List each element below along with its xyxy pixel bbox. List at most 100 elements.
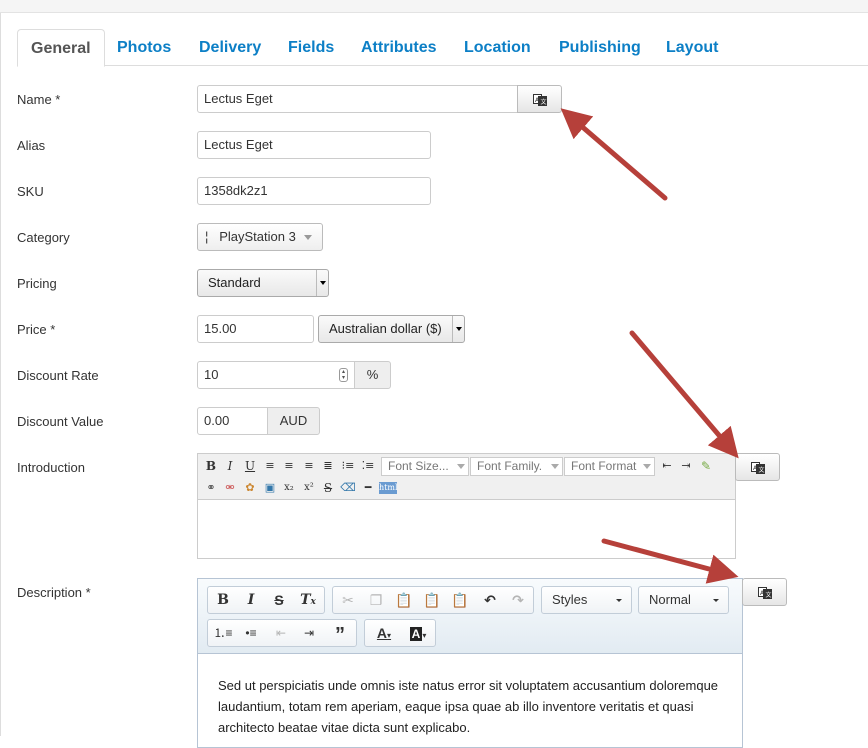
description-editor-content[interactable]: Sed ut perspiciatis unde omnis iste natu…: [218, 675, 723, 738]
price-input[interactable]: 15.00: [197, 315, 314, 343]
align-center-icon[interactable]: ≡: [280, 457, 298, 475]
discount-rate-unit: %: [354, 361, 391, 389]
translate-icon: A 文: [750, 461, 765, 474]
category-select-value: ¦ PlayStation 3: [205, 229, 296, 244]
tab-photos[interactable]: Photos: [117, 29, 171, 66]
bullet-list-icon[interactable]: ⁚≡: [359, 457, 377, 475]
font-family-dropdown[interactable]: Font Family.: [470, 457, 563, 476]
pricing-select[interactable]: Standard: [197, 269, 329, 297]
tab-general[interactable]: General: [17, 29, 105, 67]
arrow-to-name-translate: [560, 108, 668, 201]
alias-input[interactable]: Lectus Eget: [197, 131, 431, 159]
tab-attributes[interactable]: Attributes: [361, 29, 437, 66]
numbered-list-icon[interactable]: ⒈≡: [209, 620, 237, 646]
edit-icon[interactable]: ✎: [697, 457, 715, 475]
bold-icon[interactable]: B: [209, 587, 237, 613]
text-color-icon[interactable]: A▾: [367, 620, 401, 646]
anchor-icon[interactable]: ✿: [241, 479, 259, 497]
blockquote-icon[interactable]: ”: [326, 620, 354, 646]
font-size-dropdown[interactable]: Font Size...: [381, 457, 469, 476]
clean-format-icon[interactable]: ⌫: [339, 479, 357, 497]
introduction-editor: B I U ≡ ≡ ≡ ≣ ⁝≡ ⁚≡ Font Size... Font Fa…: [197, 453, 736, 559]
tab-publishing[interactable]: Publishing: [559, 29, 641, 66]
alias-label: Alias: [17, 138, 46, 153]
italic-icon[interactable]: I: [237, 587, 265, 613]
tab-bar: General Photos Delivery Fields Attribute…: [17, 29, 868, 67]
category-select[interactable]: ¦ PlayStation 3: [197, 223, 323, 251]
redo-icon[interactable]: ↷: [504, 587, 532, 613]
font-format-dropdown-label: Font Format: [571, 459, 637, 473]
basic-styles-group: B I S Tx: [207, 586, 325, 614]
pricing-label: Pricing: [17, 276, 57, 291]
underline-icon[interactable]: U: [241, 457, 259, 475]
translate-introduction-button[interactable]: A 文: [735, 453, 780, 481]
svg-text:文: 文: [540, 98, 546, 106]
strikethrough-icon[interactable]: S: [265, 587, 293, 613]
svg-text:文: 文: [765, 591, 771, 599]
discount-rate-input[interactable]: 10 ▴ ▾: [197, 361, 355, 389]
paste-icon[interactable]: 📋: [390, 587, 418, 613]
price-label: Price *: [17, 322, 56, 337]
paste-text-icon[interactable]: 📋: [418, 587, 446, 613]
sku-label: SKU: [17, 184, 44, 199]
name-label: Name *: [17, 92, 61, 107]
discount-value-input[interactable]: 0.00: [197, 407, 268, 435]
italic-icon[interactable]: I: [221, 457, 239, 475]
remove-format-icon[interactable]: Tx: [294, 587, 322, 613]
align-left-icon[interactable]: ≡: [261, 457, 279, 475]
pricing-select-value: Standard: [208, 275, 261, 290]
top-bar: [0, 0, 868, 13]
superscript-icon[interactable]: x²: [300, 479, 318, 497]
numbered-list-icon[interactable]: ⁝≡: [339, 457, 357, 475]
chevron-down-icon: [616, 599, 622, 602]
dropdown-arrow-icon: [316, 270, 328, 296]
background-color-icon[interactable]: A ▾: [401, 620, 435, 646]
styles-dropdown-label: Styles: [552, 592, 588, 607]
align-right-icon[interactable]: ≡: [300, 457, 318, 475]
number-spinner-icon[interactable]: ▴ ▾: [339, 368, 348, 382]
sku-input[interactable]: 1358dk2z1: [197, 177, 431, 205]
subscript-icon[interactable]: x₂: [280, 479, 298, 497]
link-icon[interactable]: ⚭: [202, 479, 220, 497]
format-dropdown-label: Normal: [649, 592, 691, 607]
outdent-icon[interactable]: ⇤: [658, 457, 676, 475]
svg-text:文: 文: [758, 466, 764, 474]
introduction-editor-toolbar: B I U ≡ ≡ ≡ ≣ ⁝≡ ⁚≡ Font Size... Font Fa…: [198, 454, 735, 500]
currency-select[interactable]: Australian dollar ($): [318, 315, 465, 343]
font-format-dropdown[interactable]: Font Format: [564, 457, 655, 476]
category-label: Category: [17, 230, 70, 245]
description-label: Description *: [17, 585, 91, 600]
paste-word-icon[interactable]: 📋: [446, 587, 474, 613]
tab-location[interactable]: Location: [464, 29, 531, 66]
undo-icon[interactable]: ↶: [476, 587, 504, 613]
name-input[interactable]: Lectus Eget: [197, 85, 518, 113]
copy-icon[interactable]: ❐: [362, 587, 390, 613]
tab-fields[interactable]: Fields: [288, 29, 334, 66]
discount-rate-label: Discount Rate: [17, 368, 99, 383]
chevron-down-icon: [713, 599, 719, 602]
outdent-icon[interactable]: ⇤: [267, 620, 295, 646]
left-border: [0, 13, 1, 736]
bullet-list-icon[interactable]: •≡: [237, 620, 265, 646]
align-justify-icon[interactable]: ≣: [319, 457, 337, 475]
strikethrough-icon[interactable]: S: [319, 479, 337, 497]
unlink-icon[interactable]: ⚮: [221, 479, 239, 497]
chevron-down-icon: [304, 235, 312, 240]
html-source-icon[interactable]: html: [379, 482, 398, 494]
indent-icon[interactable]: ⇥: [677, 457, 695, 475]
tab-layout[interactable]: Layout: [666, 29, 718, 66]
translate-name-button[interactable]: A 文: [517, 85, 562, 113]
discount-rate-value: 10: [204, 367, 219, 382]
format-dropdown[interactable]: Normal: [638, 586, 729, 614]
tab-delivery[interactable]: Delivery: [199, 29, 261, 66]
cut-icon[interactable]: ✂: [334, 587, 362, 613]
description-editor-toolbar: B I S Tx ✂ ❐ 📋 📋 📋 ↶ ↷ Styles Normal ⒈≡ …: [198, 579, 742, 654]
color-group: A▾ A ▾: [364, 619, 436, 647]
list-group: ⒈≡ •≡ ⇤ ⇥ ”: [207, 619, 357, 647]
styles-dropdown[interactable]: Styles: [541, 586, 632, 614]
indent-icon[interactable]: ⇥: [295, 620, 323, 646]
image-icon[interactable]: ▣: [261, 479, 279, 497]
horizontal-rule-icon[interactable]: ━: [359, 479, 377, 497]
bold-icon[interactable]: B: [202, 457, 220, 475]
translate-description-button[interactable]: A 文: [742, 578, 787, 606]
